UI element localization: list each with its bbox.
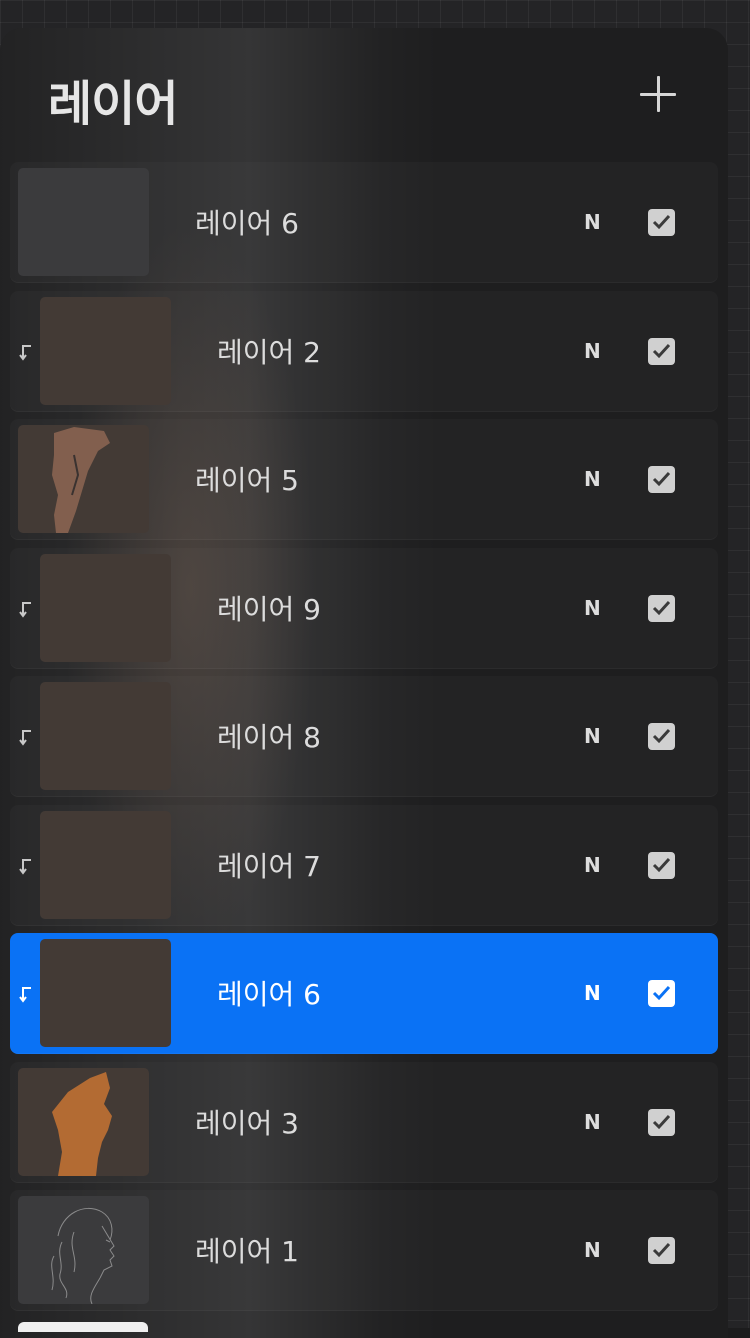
blend-mode-button[interactable]: N <box>584 1110 601 1134</box>
layer-thumbnail <box>18 1196 149 1304</box>
layer-name: 레이어 7 <box>217 849 321 883</box>
checkmark-icon <box>652 985 671 1001</box>
layer-row[interactable]: 레이어 1 N <box>10 1190 718 1311</box>
layer-row[interactable]: 레이어 7 N <box>10 805 718 926</box>
checkmark-icon <box>652 1242 671 1258</box>
layer-thumbnail <box>18 1067 149 1176</box>
layer-thumbnail <box>18 425 149 533</box>
checkmark-icon <box>652 857 671 872</box>
layer-row-selected[interactable]: 레이어 6 N <box>10 933 718 1054</box>
layer-name: 레이어 3 <box>195 1106 299 1140</box>
layer-thumbnail <box>40 296 171 405</box>
layer-row[interactable]: 레이어 2 N <box>10 291 718 412</box>
layer-thumbnail <box>40 682 171 790</box>
clipping-mask-icon <box>19 600 33 618</box>
visibility-checkbox[interactable] <box>648 466 675 493</box>
visibility-checkbox[interactable] <box>648 337 675 365</box>
next-layer-peek <box>18 1322 148 1332</box>
blend-mode-button[interactable]: N <box>584 1238 601 1262</box>
layer-name: 레이어 6 <box>217 978 321 1011</box>
layer-thumbnail <box>40 939 171 1047</box>
checkmark-icon <box>652 1114 671 1129</box>
layer-list: 레이어 6 N 레이어 2 N 레이어 5 N 레이어 9 N 레이어 8 N … <box>10 162 718 1319</box>
layer-name: 레이어 1 <box>195 1235 299 1268</box>
blend-mode-button[interactable]: N <box>584 596 601 620</box>
layer-name: 레이어 2 <box>217 335 321 369</box>
add-layer-button[interactable] <box>636 72 682 118</box>
visibility-checkbox[interactable] <box>648 980 675 1007</box>
checkmark-icon <box>652 471 671 487</box>
checkmark-icon <box>652 600 671 615</box>
visibility-checkbox[interactable] <box>648 1237 675 1264</box>
layer-row[interactable]: 레이어 6 N <box>10 162 718 283</box>
checkmark-icon <box>652 343 671 358</box>
clipping-mask-icon <box>19 343 33 361</box>
layer-thumbnail <box>40 810 171 919</box>
layer-thumbnail <box>18 168 149 276</box>
blend-mode-button[interactable]: N <box>584 339 601 363</box>
silhouette-thumbnail-image <box>52 427 110 533</box>
checkmark-icon <box>652 728 671 744</box>
layers-panel: 레이어 레이어 6 N 레이어 2 N 레이어 5 N 레이어 9 N 레이어 … <box>0 28 728 1338</box>
layer-row[interactable]: 레이어 9 N <box>10 548 718 669</box>
layer-name: 레이어 6 <box>195 207 299 240</box>
clipping-mask-icon <box>19 857 33 875</box>
layer-row[interactable]: 레이어 5 N <box>10 419 718 540</box>
blend-mode-button[interactable]: N <box>584 467 601 491</box>
sketch-thumbnail-image <box>51 1207 115 1304</box>
layer-name: 레이어 9 <box>217 592 321 626</box>
blend-mode-button[interactable]: N <box>584 210 601 234</box>
layer-name: 레이어 5 <box>195 464 299 497</box>
clipping-mask-icon <box>19 728 33 746</box>
silhouette-thumbnail-image <box>52 1071 112 1176</box>
layer-row[interactable]: 레이어 3 N <box>10 1062 718 1183</box>
visibility-checkbox[interactable] <box>648 209 675 236</box>
layer-thumbnail <box>40 553 171 662</box>
visibility-checkbox[interactable] <box>648 594 675 622</box>
visibility-checkbox[interactable] <box>648 1108 675 1136</box>
blend-mode-button[interactable]: N <box>584 981 601 1005</box>
blend-mode-button[interactable]: N <box>584 724 601 748</box>
panel-title: 레이어 <box>48 76 178 132</box>
layer-row[interactable]: 레이어 8 N <box>10 676 718 797</box>
visibility-checkbox[interactable] <box>648 851 675 879</box>
visibility-checkbox[interactable] <box>648 723 675 750</box>
clipping-mask-icon <box>19 985 33 1003</box>
checkmark-icon <box>652 214 671 230</box>
blend-mode-button[interactable]: N <box>584 853 601 877</box>
layer-name: 레이어 8 <box>217 721 321 754</box>
